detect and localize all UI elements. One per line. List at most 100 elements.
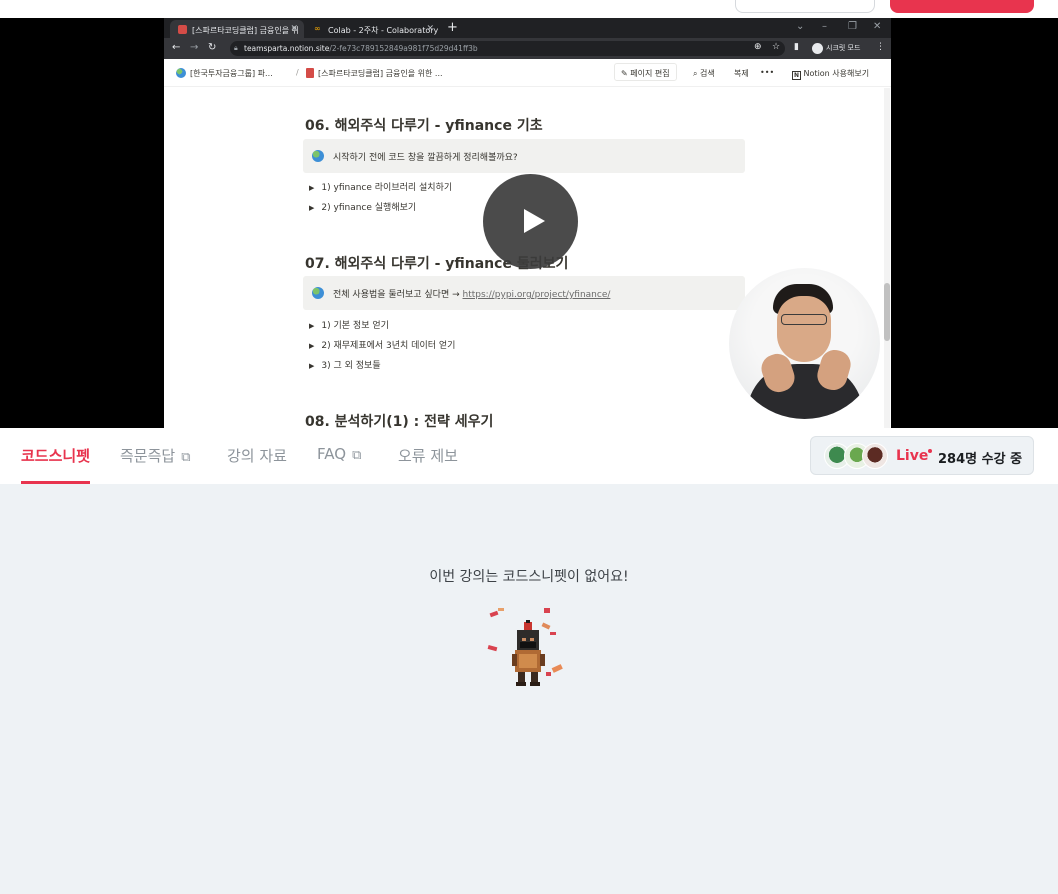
webcam-face bbox=[777, 296, 831, 362]
new-tab-icon[interactable]: + bbox=[447, 20, 458, 35]
toggle-triangle-icon[interactable]: ▶ bbox=[309, 342, 314, 350]
tab-lecture-materials[interactable]: 강의 자료 bbox=[227, 445, 287, 466]
callout-text: 전체 사용법을 둘러보고 싶다면 → bbox=[333, 290, 460, 300]
globe-icon bbox=[312, 287, 324, 299]
live-viewer-count: 284명 수강 중 bbox=[938, 452, 1023, 467]
browser-tab-title: [스파르타코딩클럽] 금융인을 위 bbox=[192, 26, 300, 35]
incognito-indicator[interactable]: 시크릿 모드 bbox=[810, 42, 866, 55]
restore-icon[interactable]: ❐ bbox=[848, 21, 857, 32]
callout: 전체 사용법을 둘러보고 싶다면 → https://pypi.org/proj… bbox=[303, 276, 745, 310]
incognito-label: 시크릿 모드 bbox=[826, 44, 861, 52]
browser-tab-title: Colab - 2주차 - Colaboratory bbox=[328, 26, 439, 35]
close-icon[interactable]: ✕ bbox=[290, 24, 298, 34]
live-dot-icon bbox=[928, 449, 932, 453]
edit-page-label: 페이지 편집 bbox=[630, 69, 670, 78]
address-bar[interactable]: 🔒︎ teamsparta.notion.site/2-fe73c7891528… bbox=[230, 41, 785, 56]
kebab-menu-icon[interactable]: ⋮ bbox=[876, 42, 885, 52]
star-icon[interactable]: ☆ bbox=[772, 42, 780, 52]
window-close-icon[interactable]: ✕ bbox=[873, 21, 881, 32]
globe-icon bbox=[176, 68, 186, 78]
site-header bbox=[0, 0, 1058, 18]
colab-favicon-icon: ∞ bbox=[314, 24, 321, 33]
toggle-label: 2) yfinance 실행해보기 bbox=[321, 203, 417, 213]
callout-text: 시작하기 전에 코드 창을 깔끔하게 정리해볼까요? bbox=[333, 153, 518, 163]
duplicate-button[interactable]: 복제 bbox=[734, 68, 749, 79]
live-label: Live bbox=[896, 448, 929, 464]
instructor-webcam bbox=[729, 268, 880, 419]
lock-icon: 🔒︎ bbox=[234, 44, 238, 52]
webcam-glasses bbox=[781, 314, 827, 325]
tab-label: FAQ bbox=[317, 445, 347, 463]
toggle-label: 3) 그 외 정보들 bbox=[321, 361, 381, 371]
toggle-label: 1) yfinance 라이브러리 설치하기 bbox=[321, 183, 453, 193]
notion-topbar: [한국투자금융그룹] 파... / [스파르타코딩클럽] 금융인을 위한 ...… bbox=[164, 59, 891, 87]
search-label: 검색 bbox=[700, 69, 715, 78]
toggle-item[interactable]: ▶ 1) 기본 정보 얻기 bbox=[309, 318, 389, 331]
live-viewers-badge[interactable]: Live 284명 수강 중 bbox=[810, 436, 1034, 475]
browser-tab-strip: [스파르타코딩클럽] 금융인을 위 ✕ ∞ Colab - 2주차 - Cola… bbox=[164, 18, 891, 38]
reload-icon[interactable]: ↻ bbox=[208, 42, 216, 53]
callout: 시작하기 전에 코드 창을 깔끔하게 정리해볼까요? bbox=[303, 139, 745, 173]
tab-code-snippet[interactable]: 코드스니펫 bbox=[21, 445, 90, 466]
video-player[interactable]: [스파르타코딩클럽] 금융인을 위 ✕ ∞ Colab - 2주차 - Cola… bbox=[0, 18, 1058, 428]
incognito-icon bbox=[812, 43, 823, 54]
breadcrumb-item[interactable]: [스파르타코딩클럽] 금융인을 위한 ... bbox=[306, 68, 443, 79]
toggle-item[interactable]: ▶ 2) 재무제표에서 3년치 데이터 얻기 bbox=[309, 338, 455, 351]
zoom-icon[interactable]: ⊕ bbox=[754, 42, 762, 52]
browser-toolbar: ← → ↻ 🔒︎ teamsparta.notion.site/2-fe73c7… bbox=[164, 38, 891, 59]
toggle-triangle-icon[interactable]: ▶ bbox=[309, 184, 314, 192]
url-host: teamsparta.notion.site bbox=[244, 44, 330, 53]
globe-icon bbox=[312, 150, 324, 162]
tab-instant-qna[interactable]: 즉문즉답 ⧉ bbox=[120, 445, 191, 466]
spartan-mascot-icon bbox=[487, 608, 563, 686]
search-button[interactable]: ⌕ 검색 bbox=[693, 68, 715, 79]
notion-favicon-icon bbox=[178, 25, 187, 34]
external-link-icon: ⧉ bbox=[181, 450, 191, 465]
chevron-down-icon[interactable]: ⌄ bbox=[796, 21, 804, 32]
search-icon: ⌕ bbox=[693, 69, 698, 78]
toggle-label: 2) 재무제표에서 3년치 데이터 얻기 bbox=[321, 341, 456, 351]
lecture-tab-nav: 코드스니펫 즉문즉답 ⧉ 강의 자료 FAQ ⧉ 오류 제보 Live 284명 수… bbox=[0, 428, 1058, 484]
edit-page-button[interactable]: ✎ 페이지 편집 bbox=[614, 63, 677, 81]
back-icon[interactable]: ← bbox=[172, 42, 180, 53]
header-secondary-button[interactable] bbox=[735, 0, 875, 13]
breadcrumb-item[interactable]: [한국투자금융그룹] 파... bbox=[176, 68, 273, 79]
avatar bbox=[862, 443, 888, 469]
page-scrollbar[interactable] bbox=[884, 88, 890, 428]
toggle-item[interactable]: ▶ 1) yfinance 라이브러리 설치하기 bbox=[309, 180, 452, 193]
header-primary-button[interactable] bbox=[890, 0, 1034, 13]
browser-tab[interactable]: ∞ Colab - 2주차 - Colaboratory ✕ bbox=[306, 20, 440, 38]
toggle-label: 1) 기본 정보 얻기 bbox=[321, 321, 389, 331]
url-path: /2-fe73c789152849a981f75d29d41ff3b bbox=[329, 44, 478, 53]
callout-link[interactable]: https://pypi.org/project/yfinance/ bbox=[463, 290, 611, 300]
tab-label: 즉문즉답 bbox=[120, 447, 176, 465]
toggle-triangle-icon[interactable]: ▶ bbox=[309, 322, 314, 330]
breadcrumb-label: [스파르타코딩클럽] 금융인을 위한 ... bbox=[318, 69, 443, 78]
empty-state-message: 이번 강의는 코드스니펫이 없어요! bbox=[429, 569, 629, 585]
breadcrumb-label: [한국투자금융그룹] 파... bbox=[190, 69, 273, 78]
scrollbar-thumb[interactable] bbox=[884, 283, 890, 341]
book-icon bbox=[306, 68, 314, 78]
try-notion-label: Notion 사용해보기 bbox=[803, 69, 870, 78]
tab-error-report[interactable]: 오류 제보 bbox=[398, 445, 458, 466]
section-heading: 06. 해외주식 다루기 - yfinance 기초 bbox=[305, 118, 543, 134]
play-icon bbox=[524, 209, 545, 233]
sidepanel-icon[interactable]: ▮ bbox=[794, 42, 799, 52]
toggle-triangle-icon[interactable]: ▶ bbox=[309, 362, 314, 370]
close-icon[interactable]: ✕ bbox=[426, 24, 434, 34]
notion-logo-icon: N bbox=[792, 71, 801, 80]
play-button[interactable] bbox=[483, 174, 578, 269]
toggle-item[interactable]: ▶ 2) yfinance 실행해보기 bbox=[309, 200, 416, 213]
more-button[interactable]: ••• bbox=[760, 68, 774, 77]
tab-faq[interactable]: FAQ ⧉ bbox=[317, 445, 361, 463]
forward-icon[interactable]: → bbox=[190, 42, 198, 53]
active-tab-indicator bbox=[21, 481, 90, 484]
section-heading: 08. 분석하기(1) : 전략 세우기 bbox=[305, 414, 494, 428]
toggle-triangle-icon[interactable]: ▶ bbox=[309, 204, 314, 212]
external-link-icon: ⧉ bbox=[352, 448, 362, 463]
toggle-item[interactable]: ▶ 3) 그 외 정보들 bbox=[309, 358, 381, 371]
minimize-icon[interactable]: – bbox=[822, 21, 827, 32]
browser-tab[interactable]: [스파르타코딩클럽] 금융인을 위 ✕ bbox=[170, 20, 304, 38]
try-notion-button[interactable]: N Notion 사용해보기 bbox=[792, 68, 869, 80]
breadcrumb-separator: / bbox=[296, 68, 299, 77]
